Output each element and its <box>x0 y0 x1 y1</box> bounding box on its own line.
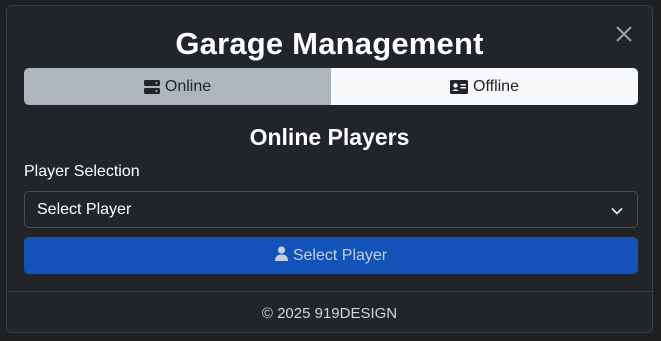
select-player-button-label: Select Player <box>292 246 388 264</box>
close-button[interactable] <box>614 24 634 44</box>
footer-copyright: © 2025 919DESIGN <box>261 304 398 322</box>
player-selection-label: Player Selection <box>24 163 140 180</box>
select-player-button[interactable]: Select Player <box>24 237 638 274</box>
close-icon <box>616 26 632 42</box>
section-title: Online Players <box>249 124 410 150</box>
tab-online-label: Online <box>164 77 212 95</box>
garage-management-modal: Garage Management Online Offline Online … <box>6 5 653 333</box>
id-card-icon <box>450 79 469 94</box>
tab-bar: Online Offline <box>24 68 638 105</box>
user-icon <box>274 245 288 266</box>
server-icon <box>143 79 160 94</box>
chevron-down-icon <box>611 204 623 222</box>
tab-offline[interactable]: Offline <box>331 68 638 105</box>
modal-title: Garage Management <box>175 26 484 61</box>
player-select[interactable]: Select Player <box>24 191 638 228</box>
player-select-value: Select Player <box>37 200 132 218</box>
modal-footer: © 2025 919DESIGN <box>7 291 652 332</box>
tab-online[interactable]: Online <box>24 68 331 105</box>
tab-offline-label: Offline <box>473 77 519 95</box>
